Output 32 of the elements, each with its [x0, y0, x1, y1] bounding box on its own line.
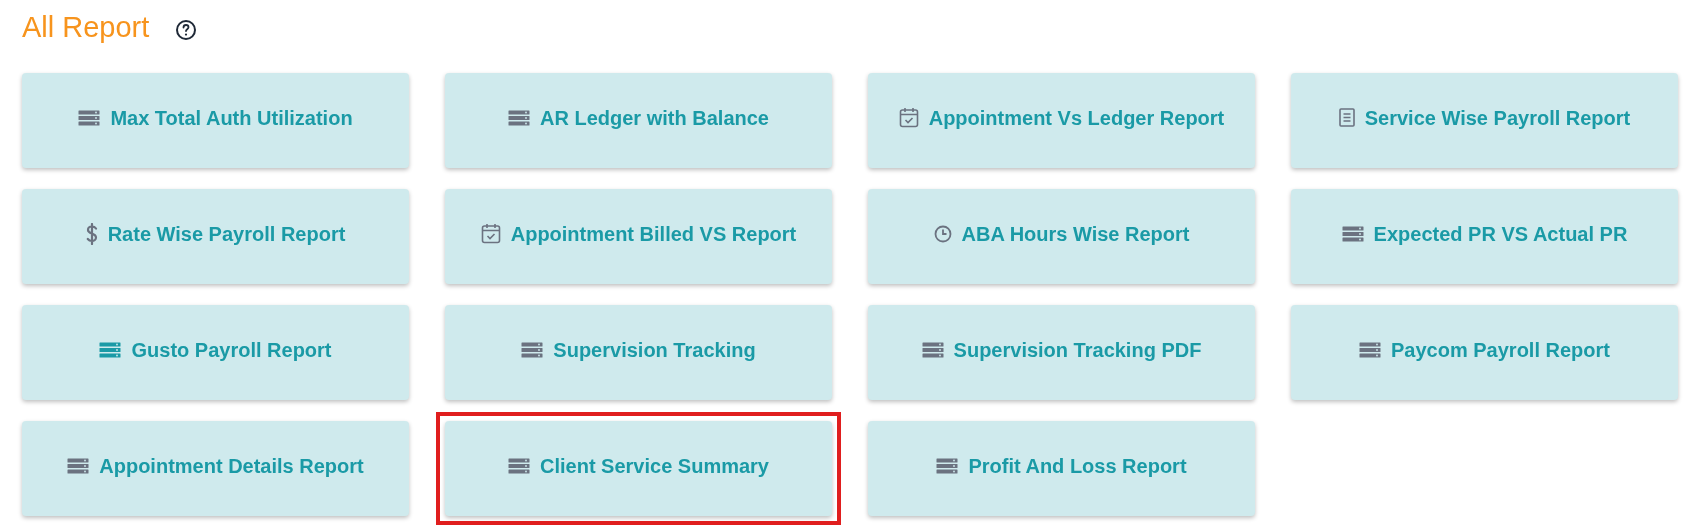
dollar-icon [85, 222, 98, 245]
page-title: All Report [22, 10, 150, 46]
server-icon [936, 457, 959, 474]
server-icon [508, 457, 530, 474]
calendar-check-icon [898, 107, 919, 128]
server-icon [99, 341, 122, 358]
server-icon [78, 109, 101, 126]
report-button[interactable]: Expected PR VS Actual PR [1291, 189, 1678, 284]
help-icon[interactable] [175, 19, 198, 41]
server-icon [508, 109, 531, 126]
report-button[interactable]: Rate Wise Payroll Report [22, 189, 409, 284]
report-button[interactable]: ABA Hours Wise Report [868, 189, 1255, 284]
report-button[interactable]: Appointment Vs Ledger Report [868, 73, 1255, 168]
report-button[interactable]: Supervision Tracking PDF [868, 305, 1255, 400]
report-button[interactable]: Gusto Payroll Report [22, 305, 409, 400]
report-button[interactable]: Paycom Payroll Report [1291, 305, 1678, 400]
server-icon [921, 341, 944, 358]
server-icon [521, 341, 544, 358]
report-button[interactable]: Appointment Details Report [22, 421, 409, 516]
report-button[interactable]: Client Service Summary [445, 421, 832, 516]
document-icon [1338, 108, 1355, 127]
server-icon [67, 457, 90, 474]
report-button[interactable]: Max Total Auth Utilization [22, 73, 409, 168]
server-icon [1341, 225, 1364, 242]
report-button[interactable]: Appointment Billed VS Report [445, 189, 832, 284]
calendar-check-icon [480, 223, 501, 244]
report-button[interactable]: Profit And Loss Report [868, 421, 1255, 516]
report-button[interactable]: Supervision Tracking [445, 305, 832, 400]
report-button[interactable]: Service Wise Payroll Report [1291, 73, 1678, 168]
server-icon [1359, 341, 1381, 358]
clock-icon [933, 224, 952, 243]
report-button[interactable]: AR Ledger with Balance [445, 73, 832, 168]
